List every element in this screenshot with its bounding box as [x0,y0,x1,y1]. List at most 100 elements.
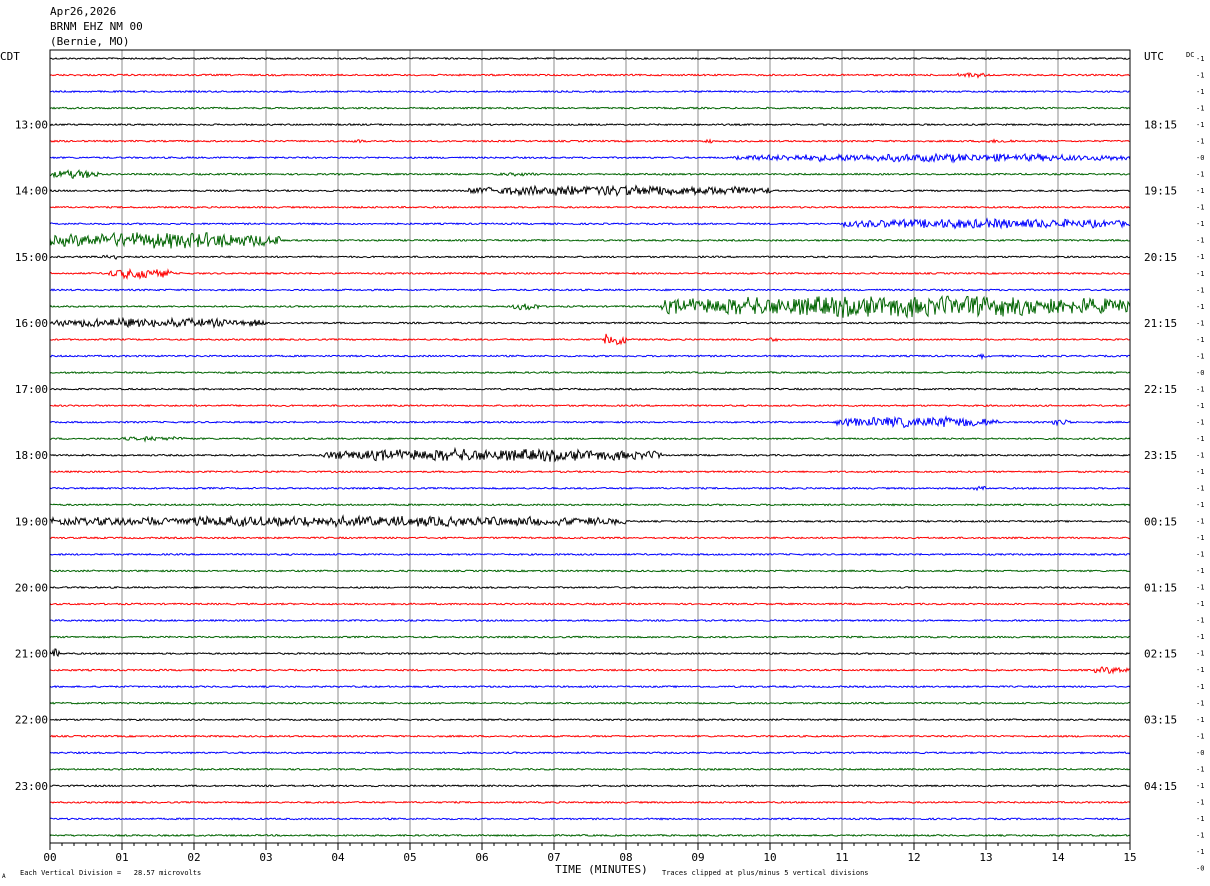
trace-row [49,353,1131,361]
left-hour-label: 15:00 [15,251,48,264]
dc-offset-label: -1 [1196,633,1204,641]
trace-row [49,267,1131,280]
left-hour-label: 21:00 [15,648,48,661]
dc-offset-label: -1 [1196,831,1204,839]
x-tick-label: 13 [979,851,992,864]
trace-row [49,618,1131,623]
dc-offset-label: -1 [1196,105,1204,113]
trace-row [49,72,1131,79]
dc-offset-label: -1 [1196,534,1204,542]
dc-offset-label: -1 [1196,336,1204,344]
dc-offset-label: -1 [1196,402,1204,410]
dc-offset-label: -0 [1196,369,1204,377]
corner-mark: A [2,873,6,880]
x-tick-label: 10 [763,851,776,864]
trace-rows [49,56,1131,838]
dc-offset-label: -1 [1196,286,1204,294]
trace-row [49,569,1131,573]
dc-offset-label: -1 [1196,567,1204,575]
dc-offset-label: -1 [1196,716,1204,724]
x-tick-label: 12 [907,851,920,864]
left-hour-label: 19:00 [15,515,48,528]
left-hour-label: 23:00 [15,780,48,793]
trace-row [49,800,1131,805]
dc-offset-label: -1 [1196,72,1204,80]
trace-row [49,415,1131,429]
x-axis-title: TIME (MINUTES) [555,863,648,876]
trace-row [49,138,1131,144]
x-tick-label: 04 [331,851,345,864]
dc-offset-label: -1 [1196,121,1204,129]
dc-offset-label: -1 [1196,352,1204,360]
trace-row [49,833,1131,838]
trace-row [49,152,1131,164]
trace-row [49,89,1131,94]
x-tick-label: 09 [691,851,704,864]
right-hour-label: 19:15 [1144,185,1177,198]
dc-offset-label: -1 [1196,204,1204,212]
dc-offset-label: -1 [1196,220,1204,228]
right-hour-label: 18:15 [1144,119,1177,132]
trace-row [49,514,1131,529]
trace-row [49,701,1131,705]
dc-offset-label: -1 [1196,237,1204,245]
dc-offset-label: -1 [1196,451,1204,459]
dc-offset-label: -1 [1196,187,1204,195]
trace-row [49,734,1131,738]
trace-row [49,585,1131,590]
dc-offset-label: -1 [1196,765,1204,773]
dc-offset-label: -1 [1196,303,1204,311]
trace-row [49,288,1131,292]
dc-offset-label: -1 [1196,732,1204,740]
x-tick-label: 14 [1051,851,1065,864]
x-tick-label: 11 [835,851,848,864]
x-tick-label: 05 [403,851,416,864]
trace-row [49,294,1131,319]
trace-row [49,485,1131,492]
trace-row [49,254,1131,260]
dc-offset-label: -0 [1196,749,1204,757]
trace-row [49,217,1131,230]
trace-row [49,666,1131,675]
dc-offset-label: -1 [1196,798,1204,806]
dc-offset-label: -1 [1196,435,1204,443]
clip-note: Traces clipped at plus/minus 5 vertical … [662,869,869,877]
left-hour-label: 22:00 [15,714,48,727]
trace-row [49,718,1131,722]
right-hour-labels: 18:15 19:15 20:15 21:15 22:15 23:15 00:15 01:15… [1144,119,1177,793]
trace-row [49,387,1131,391]
dc-offset-label: -1 [1196,699,1204,707]
dc-offset-label: -1 [1196,848,1204,856]
trace-row [49,106,1131,110]
dc-offset-label: -1 [1196,55,1204,63]
trace-row [49,648,1131,658]
trace-row [49,370,1131,375]
trace-row [49,751,1131,755]
dc-offset-label: -1 [1196,485,1204,493]
dc-offset-label: -1 [1196,584,1204,592]
right-hour-label: 00:15 [1144,515,1177,528]
dc-header-label: DC [1186,51,1194,59]
left-hour-label: 20:00 [15,581,48,594]
dc-offset-label: -1 [1196,501,1204,509]
dc-offset-label: -1 [1196,253,1204,261]
plot-frame [49,49,1131,844]
right-hour-label: 23:15 [1144,449,1177,462]
dc-offset-label: -1 [1196,138,1204,146]
dc-offset-labels: -1 -1 -1 -1 -1 -1 -0 -1 -1 -1 -1 -1 -1 -1 -1 -1 -1 -1 -1 -0… [1196,55,1204,872]
right-hour-label: 22:15 [1144,383,1177,396]
trace-row [49,767,1131,771]
dc-offset-label: -1 [1196,468,1204,476]
helicorder-plot: Apr26,2026 BRNM EHZ NM 00 (Bernie, MO) C… [0,5,1204,880]
left-hour-label: 17:00 [15,383,48,396]
station-label: BRNM EHZ NM 00 [50,20,143,33]
dc-offset-label: -1 [1196,385,1204,393]
left-hour-label: 14:00 [15,185,48,198]
dc-offset-label: -1 [1196,782,1204,790]
trace-row [49,184,1131,198]
right-hour-label: 02:15 [1144,648,1177,661]
dc-offset-label: -1 [1196,319,1204,327]
dc-offset-label: -0 [1196,154,1204,162]
x-tick-label: 03 [259,851,272,864]
x-tick-label: 01 [115,851,128,864]
